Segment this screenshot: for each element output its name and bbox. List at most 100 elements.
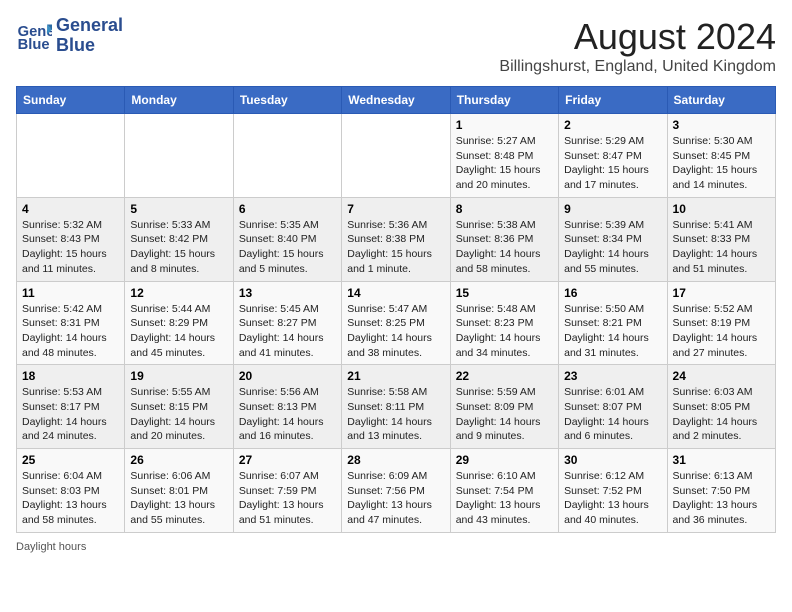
day-info: Sunrise: 5:39 AM Sunset: 8:34 PM Dayligh… (564, 218, 661, 277)
calendar-cell: 8 Sunrise: 5:38 AM Sunset: 8:36 PM Daylig… (450, 197, 558, 281)
day-number: 3 (673, 118, 770, 132)
calendar-cell: 29Sunrise: 6:10 AM Sunset: 7:54 PM Dayli… (450, 449, 558, 533)
week-row-4: 18Sunrise: 5:53 AM Sunset: 8:17 PM Dayli… (17, 365, 776, 449)
day-number: 31 (673, 453, 770, 467)
calendar-header: SundayMondayTuesdayWednesdayThursdayFrid… (17, 87, 776, 114)
calendar-cell: 24Sunrise: 6:03 AM Sunset: 8:05 PM Dayli… (667, 365, 775, 449)
calendar-cell: 2 Sunrise: 5:29 AM Sunset: 8:47 PM Daylig… (559, 114, 667, 198)
calendar-cell: 11Sunrise: 5:42 AM Sunset: 8:31 PM Dayli… (17, 281, 125, 365)
day-number: 4 (22, 202, 119, 216)
day-info: Sunrise: 5:59 AM Sunset: 8:09 PM Dayligh… (456, 385, 553, 444)
column-header-sunday: Sunday (17, 87, 125, 114)
day-info: Sunrise: 6:12 AM Sunset: 7:52 PM Dayligh… (564, 469, 661, 528)
calendar-cell: 19 Sunrise: 5:55 AM Sunset: 8:15 PM Dayli… (125, 365, 233, 449)
day-info: Sunrise: 5:33 AM Sunset: 8:42 PM Dayligh… (130, 218, 227, 277)
title-block: August 2024 Billingshurst, England, Unit… (499, 16, 776, 76)
day-number: 27 (239, 453, 336, 467)
day-info: Sunrise: 5:58 AM Sunset: 8:11 PM Dayligh… (347, 385, 444, 444)
logo-line1: General (56, 16, 123, 36)
day-number: 7 (347, 202, 444, 216)
day-number: 13 (239, 286, 336, 300)
calendar-cell: 28 Sunrise: 6:09 AM Sunset: 7:56 PM Dayli… (342, 449, 450, 533)
day-number: 19 (130, 369, 227, 383)
calendar-cell: 4Sunrise: 5:32 AM Sunset: 8:43 PM Daylig… (17, 197, 125, 281)
calendar-cell: 21Sunrise: 5:58 AM Sunset: 8:11 PM Dayli… (342, 365, 450, 449)
calendar-cell: 18Sunrise: 5:53 AM Sunset: 8:17 PM Dayli… (17, 365, 125, 449)
day-number: 6 (239, 202, 336, 216)
day-info: Sunrise: 5:30 AM Sunset: 8:45 PM Dayligh… (673, 134, 770, 193)
day-number: 30 (564, 453, 661, 467)
calendar-cell (342, 114, 450, 198)
header-row: SundayMondayTuesdayWednesdayThursdayFrid… (17, 87, 776, 114)
column-header-friday: Friday (559, 87, 667, 114)
day-number: 5 (130, 202, 227, 216)
page-header: General Blue General Blue August 2024 Bi… (16, 16, 776, 76)
svg-text:Blue: Blue (18, 37, 50, 53)
day-number: 26 (130, 453, 227, 467)
day-info: Sunrise: 5:38 AM Sunset: 8:36 PM Dayligh… (456, 218, 553, 277)
column-header-thursday: Thursday (450, 87, 558, 114)
calendar-cell: 5 Sunrise: 5:33 AM Sunset: 8:42 PM Daylig… (125, 197, 233, 281)
day-number: 11 (22, 286, 119, 300)
calendar-cell: 16 Sunrise: 5:50 AM Sunset: 8:21 PM Dayli… (559, 281, 667, 365)
day-info: Sunrise: 5:35 AM Sunset: 8:40 PM Dayligh… (239, 218, 336, 277)
day-info: Sunrise: 5:44 AM Sunset: 8:29 PM Dayligh… (130, 302, 227, 361)
logo-line2: Blue (56, 36, 123, 56)
week-row-2: 4Sunrise: 5:32 AM Sunset: 8:43 PM Daylig… (17, 197, 776, 281)
day-number: 24 (673, 369, 770, 383)
column-header-saturday: Saturday (667, 87, 775, 114)
day-info: Sunrise: 5:45 AM Sunset: 8:27 PM Dayligh… (239, 302, 336, 361)
calendar-cell: 20Sunrise: 5:56 AM Sunset: 8:13 PM Dayli… (233, 365, 341, 449)
column-header-wednesday: Wednesday (342, 87, 450, 114)
day-info: Sunrise: 6:04 AM Sunset: 8:03 PM Dayligh… (22, 469, 119, 528)
day-info: Sunrise: 6:09 AM Sunset: 7:56 PM Dayligh… (347, 469, 444, 528)
day-number: 22 (456, 369, 553, 383)
calendar-cell: 3 Sunrise: 5:30 AM Sunset: 8:45 PM Daylig… (667, 114, 775, 198)
day-info: Sunrise: 6:01 AM Sunset: 8:07 PM Dayligh… (564, 385, 661, 444)
calendar-cell (125, 114, 233, 198)
week-row-1: 1 Sunrise: 5:27 AM Sunset: 8:48 PM Daylig… (17, 114, 776, 198)
calendar-cell: 7 Sunrise: 5:36 AM Sunset: 8:38 PM Daylig… (342, 197, 450, 281)
calendar-cell: 14 Sunrise: 5:47 AM Sunset: 8:25 PM Dayli… (342, 281, 450, 365)
calendar-cell: 23 Sunrise: 6:01 AM Sunset: 8:07 PM Dayli… (559, 365, 667, 449)
logo: General Blue General Blue (16, 16, 123, 56)
day-number: 17 (673, 286, 770, 300)
calendar-cell: 9 Sunrise: 5:39 AM Sunset: 8:34 PM Daylig… (559, 197, 667, 281)
day-info: Sunrise: 5:41 AM Sunset: 8:33 PM Dayligh… (673, 218, 770, 277)
calendar-cell: 10 Sunrise: 5:41 AM Sunset: 8:33 PM Dayli… (667, 197, 775, 281)
calendar-cell: 15 Sunrise: 5:48 AM Sunset: 8:23 PM Dayli… (450, 281, 558, 365)
day-info: Sunrise: 5:27 AM Sunset: 8:48 PM Dayligh… (456, 134, 553, 193)
day-number: 1 (456, 118, 553, 132)
day-number: 15 (456, 286, 553, 300)
day-info: Sunrise: 5:50 AM Sunset: 8:21 PM Dayligh… (564, 302, 661, 361)
calendar-cell: 25Sunrise: 6:04 AM Sunset: 8:03 PM Dayli… (17, 449, 125, 533)
day-info: Sunrise: 6:13 AM Sunset: 7:50 PM Dayligh… (673, 469, 770, 528)
day-number: 23 (564, 369, 661, 383)
day-number: 16 (564, 286, 661, 300)
calendar-cell: 31 Sunrise: 6:13 AM Sunset: 7:50 PM Dayli… (667, 449, 775, 533)
day-info: Sunrise: 6:07 AM Sunset: 7:59 PM Dayligh… (239, 469, 336, 528)
day-number: 2 (564, 118, 661, 132)
day-info: Sunrise: 5:56 AM Sunset: 8:13 PM Dayligh… (239, 385, 336, 444)
calendar-cell: 27 Sunrise: 6:07 AM Sunset: 7:59 PM Dayli… (233, 449, 341, 533)
calendar-cell: 13 Sunrise: 5:45 AM Sunset: 8:27 PM Dayli… (233, 281, 341, 365)
day-info: Sunrise: 5:47 AM Sunset: 8:25 PM Dayligh… (347, 302, 444, 361)
day-number: 28 (347, 453, 444, 467)
day-info: Sunrise: 5:53 AM Sunset: 8:17 PM Dayligh… (22, 385, 119, 444)
day-info: Sunrise: 5:48 AM Sunset: 8:23 PM Dayligh… (456, 302, 553, 361)
day-number: 8 (456, 202, 553, 216)
day-number: 14 (347, 286, 444, 300)
calendar-cell: 30 Sunrise: 6:12 AM Sunset: 7:52 PM Dayli… (559, 449, 667, 533)
day-number: 9 (564, 202, 661, 216)
day-info: Sunrise: 6:06 AM Sunset: 8:01 PM Dayligh… (130, 469, 227, 528)
column-header-monday: Monday (125, 87, 233, 114)
day-info: Sunrise: 5:55 AM Sunset: 8:15 PM Dayligh… (130, 385, 227, 444)
calendar-cell: 17Sunrise: 5:52 AM Sunset: 8:19 PM Dayli… (667, 281, 775, 365)
calendar-cell: 26 Sunrise: 6:06 AM Sunset: 8:01 PM Dayli… (125, 449, 233, 533)
main-title: August 2024 (499, 16, 776, 58)
day-number: 12 (130, 286, 227, 300)
day-number: 10 (673, 202, 770, 216)
day-info: Sunrise: 5:36 AM Sunset: 8:38 PM Dayligh… (347, 218, 444, 277)
day-info: Sunrise: 5:29 AM Sunset: 8:47 PM Dayligh… (564, 134, 661, 193)
logo-icon: General Blue (16, 18, 52, 54)
